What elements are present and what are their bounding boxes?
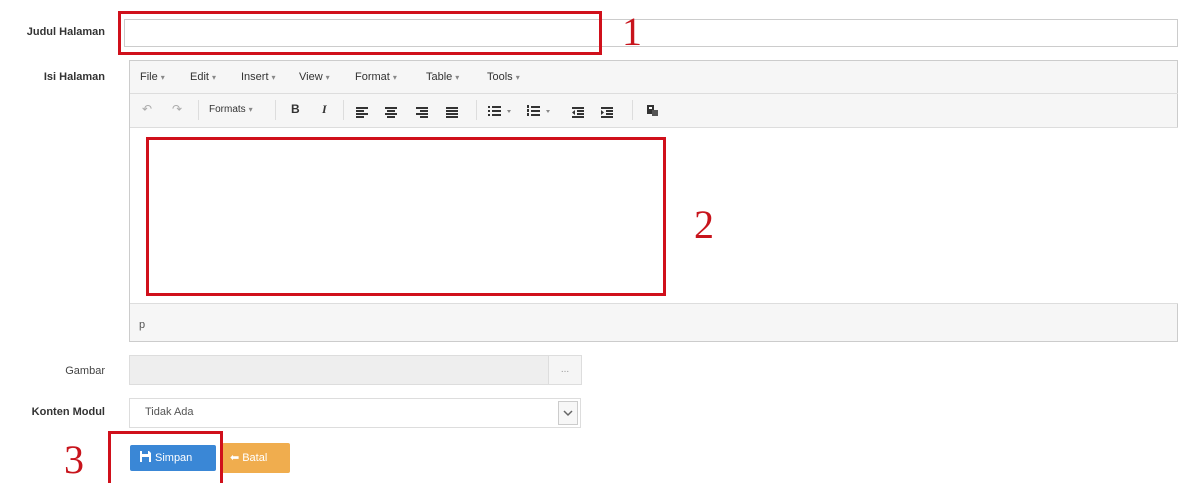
undo-icon[interactable]: ↶ — [142, 102, 152, 116]
editor-menu-divider — [130, 93, 1178, 94]
menu-table[interactable]: Table ▾ — [426, 71, 459, 83]
align-center-icon[interactable] — [385, 105, 397, 118]
batal-label: Batal — [242, 452, 268, 464]
menu-edit[interactable]: Edit ▾ — [190, 71, 216, 83]
indent-icon[interactable] — [601, 105, 613, 118]
gambar-input[interactable] — [129, 355, 549, 385]
align-right-icon[interactable] — [416, 105, 428, 118]
menu-insert[interactable]: Insert ▾ — [241, 71, 276, 83]
menu-format[interactable]: Format ▾ — [355, 71, 397, 83]
align-left-icon[interactable] — [356, 105, 368, 118]
toolbar-separator — [198, 100, 199, 120]
isi-halaman-label: Isi Halaman — [43, 71, 105, 83]
judul-halaman-label: Judul Halaman — [26, 26, 105, 38]
annotation-box-1 — [118, 11, 602, 55]
gambar-browse-button[interactable]: ... — [548, 355, 582, 385]
insert-image-icon[interactable] — [646, 104, 659, 117]
align-justify-icon[interactable] — [446, 105, 458, 118]
gambar-label: Gambar — [65, 365, 105, 377]
toolbar-separator — [343, 100, 344, 120]
editor-statusbar-path[interactable]: p — [139, 319, 145, 331]
menu-file[interactable]: File ▾ — [140, 71, 165, 83]
toolbar-separator — [476, 100, 477, 120]
arrow-left-icon: ⬅ — [230, 452, 240, 464]
menu-tools[interactable]: Tools ▾ — [487, 71, 520, 83]
chevron-down-icon[interactable] — [558, 401, 578, 425]
annotation-number-2: 2 — [694, 202, 714, 247]
toolbar-separator — [275, 100, 276, 120]
annotation-number-1: 1 — [622, 9, 642, 54]
konten-modul-label: Konten Modul — [31, 406, 105, 418]
annotation-number-3: 3 — [64, 437, 84, 482]
batal-button[interactable]: ⬅ Batal — [222, 443, 290, 473]
konten-modul-value: Tidak Ada — [145, 406, 194, 418]
browse-ellipsis: ... — [560, 364, 570, 375]
annotation-box-3 — [108, 431, 223, 483]
menu-view[interactable]: View ▾ — [299, 71, 330, 83]
outdent-icon[interactable] — [572, 105, 584, 118]
bullet-list-icon[interactable] — [488, 104, 514, 116]
numbered-list-icon[interactable] — [527, 104, 553, 116]
konten-modul-select[interactable]: Tidak Ada — [129, 398, 581, 428]
redo-icon[interactable]: ↷ — [172, 102, 182, 116]
bold-button[interactable]: B — [291, 102, 300, 116]
italic-button[interactable]: I — [322, 102, 327, 117]
toolbar-separator — [632, 100, 633, 120]
formats-dropdown[interactable]: Formats ▾ — [209, 104, 253, 115]
annotation-box-2 — [146, 137, 666, 296]
